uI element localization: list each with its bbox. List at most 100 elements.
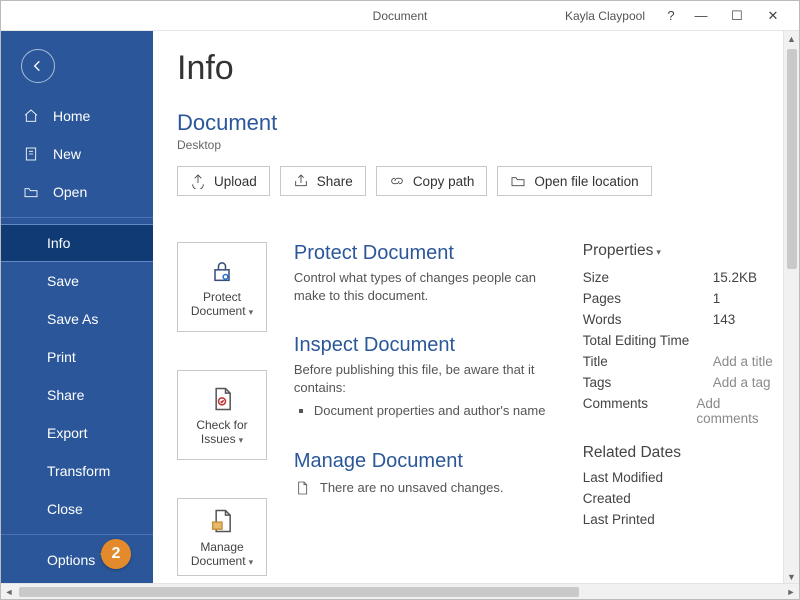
section-title: Protect Document	[294, 242, 551, 265]
property-key: Tags	[583, 375, 713, 390]
related-dates-heading: Related Dates	[583, 444, 775, 462]
title-bar: Document Kayla Claypool ? — ☐ ✕	[1, 1, 799, 31]
upload-button[interactable]: Upload	[177, 166, 270, 196]
home-icon	[23, 108, 39, 124]
property-value[interactable]: Add a title	[713, 354, 773, 369]
sidebar-item-info[interactable]: Info	[1, 224, 153, 262]
sidebar-item-options[interactable]: Options	[1, 541, 153, 579]
property-key: Comments	[583, 396, 697, 426]
property-value[interactable]: Add a tag	[713, 375, 771, 390]
link-icon	[389, 173, 405, 189]
property-key: Pages	[583, 291, 713, 306]
manage-document-tile[interactable]: Manage Document▾	[177, 498, 267, 576]
property-key: Last Printed	[583, 512, 713, 527]
action-label: Copy path	[413, 174, 475, 189]
document-manage-icon	[208, 506, 236, 536]
tile-label: Manage Document	[191, 540, 246, 568]
scroll-left-arrow-icon[interactable]: ◄	[1, 584, 17, 599]
document-name: Document	[177, 110, 775, 136]
page-title: Info	[177, 49, 775, 88]
back-arrow-icon	[30, 58, 46, 74]
scrollbar-thumb[interactable]	[19, 587, 579, 597]
properties-panel: Properties▾ Size15.2KBPages1Words143Tota…	[577, 242, 775, 576]
inspect-bullet: Document properties and author's name	[314, 402, 551, 420]
check-for-issues-tile[interactable]: Check for Issues▾	[177, 370, 267, 460]
scrollbar-thumb[interactable]	[787, 49, 797, 269]
sidebar-item-label: Options	[47, 552, 95, 568]
document-icon	[294, 480, 310, 496]
minimize-button[interactable]: —	[683, 8, 719, 23]
chevron-down-icon: ▾	[656, 247, 661, 257]
sidebar-item-label: Export	[47, 425, 87, 441]
sidebar-item-label: Print	[47, 349, 76, 365]
protect-document-tile[interactable]: Protect Document▾	[177, 242, 267, 332]
copy-path-button[interactable]: Copy path	[376, 166, 488, 196]
property-value: 143	[713, 312, 736, 327]
related-date-row: Last Printed	[583, 512, 775, 527]
property-key: Title	[583, 354, 713, 369]
property-row: Total Editing Time	[583, 333, 775, 348]
scroll-right-arrow-icon[interactable]: ►	[783, 584, 799, 599]
property-value[interactable]: Add comments	[696, 396, 775, 426]
open-folder-icon	[23, 184, 39, 200]
related-date-row: Last Modified	[583, 470, 775, 485]
property-key: Size	[583, 270, 713, 285]
open-file-location-button[interactable]: Open file location	[497, 166, 651, 196]
properties-heading[interactable]: Properties▾	[583, 242, 775, 260]
property-row: TitleAdd a title	[583, 354, 775, 369]
main-pane: Info Document Desktop Upload Share Copy …	[153, 31, 799, 585]
tutorial-callout-2: 2	[101, 539, 131, 569]
sidebar-item-label: Open	[53, 184, 87, 200]
scroll-up-arrow-icon[interactable]: ▲	[784, 31, 799, 47]
sidebar-item-label: Close	[47, 501, 83, 517]
property-key: Created	[583, 491, 713, 506]
back-button[interactable]	[21, 49, 55, 83]
section-description: There are no unsaved changes.	[320, 479, 504, 497]
close-button[interactable]: ✕	[755, 8, 791, 24]
property-row: CommentsAdd comments	[583, 396, 775, 426]
lock-icon	[208, 256, 236, 286]
share-button[interactable]: Share	[280, 166, 366, 196]
upload-icon	[190, 173, 206, 189]
action-label: Share	[317, 174, 353, 189]
property-row: TagsAdd a tag	[583, 375, 775, 390]
sidebar-item-label: Info	[47, 235, 70, 251]
sidebar-item-save-as[interactable]: Save As	[1, 300, 153, 338]
horizontal-scrollbar[interactable]: ◄ ►	[1, 583, 799, 599]
document-location: Desktop	[177, 138, 775, 152]
sidebar-item-close[interactable]: Close	[1, 490, 153, 528]
folder-icon	[510, 173, 526, 189]
property-row: Pages1	[583, 291, 775, 306]
sidebar-item-home[interactable]: Home	[1, 97, 153, 135]
property-key: Total Editing Time	[583, 333, 713, 348]
manage-document-section: Manage Document There are no unsaved cha…	[294, 450, 551, 497]
sidebar-item-label: Home	[53, 108, 90, 124]
chevron-down-icon: ▾	[239, 435, 244, 445]
sidebar-item-export[interactable]: Export	[1, 414, 153, 452]
sidebar-item-label: New	[53, 146, 81, 162]
share-icon	[293, 173, 309, 189]
chevron-down-icon: ▾	[249, 557, 254, 567]
maximize-button[interactable]: ☐	[719, 8, 755, 24]
sidebar-item-print[interactable]: Print	[1, 338, 153, 376]
section-description: Before publishing this file, be aware th…	[294, 361, 551, 420]
backstage-sidebar: Home New Open Info Save Save As Print Sh…	[1, 31, 153, 585]
sidebar-item-new[interactable]: New	[1, 135, 153, 173]
property-key: Words	[583, 312, 713, 327]
section-title: Inspect Document	[294, 334, 551, 357]
tile-label: Protect Document	[191, 290, 246, 318]
chevron-down-icon: ▾	[249, 307, 254, 317]
inspect-document-section: Inspect Document Before publishing this …	[294, 334, 551, 420]
sidebar-item-share[interactable]: Share	[1, 376, 153, 414]
related-date-row: Created	[583, 491, 775, 506]
window-title: Document	[373, 9, 428, 23]
sidebar-item-save[interactable]: Save	[1, 262, 153, 300]
vertical-scrollbar[interactable]: ▲ ▼	[783, 31, 799, 585]
sidebar-item-open[interactable]: Open	[1, 173, 153, 211]
action-label: Open file location	[534, 174, 638, 189]
property-value: 1	[713, 291, 721, 306]
sidebar-item-label: Save As	[47, 311, 98, 327]
user-name: Kayla Claypool	[565, 9, 645, 23]
sidebar-item-transform[interactable]: Transform	[1, 452, 153, 490]
help-button[interactable]: ?	[659, 8, 683, 23]
